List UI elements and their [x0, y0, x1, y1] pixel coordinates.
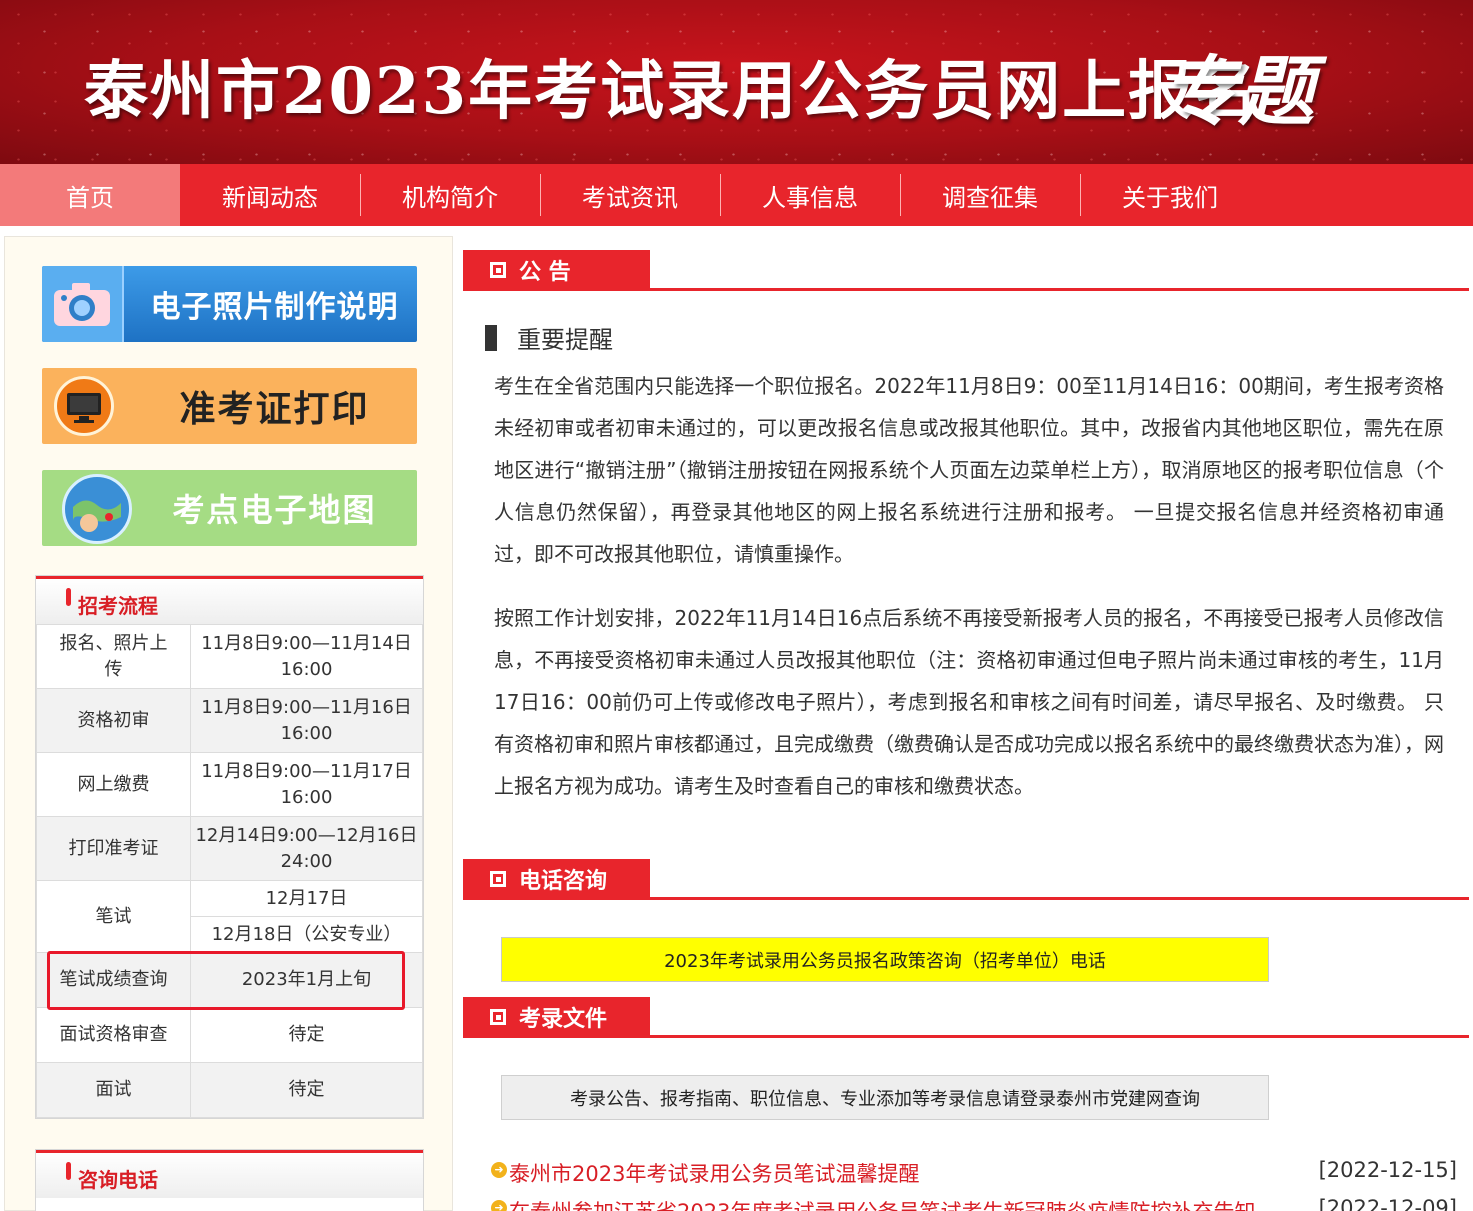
process-step: 笔试成绩查询: [36, 952, 191, 1008]
news-title-link[interactable]: 在泰州参加江苏省2023年度考试录用公务员笔试考生新冠肺炎疫情防控补充告知: [509, 1196, 1255, 1211]
nav-item-about-org[interactable]: 机构简介: [360, 164, 540, 226]
panel-marker-icon: [66, 588, 71, 606]
news-date: [2022-12-15]: [1318, 1158, 1457, 1182]
notice-section-header: 公 告: [463, 250, 1469, 292]
news-item: ➜ 泰州市2023年考试录用公务员笔试温馨提醒 [2022-12-15]: [491, 1158, 1457, 1188]
admit-card-print-label: 准考证打印: [179, 388, 370, 430]
process-step: 笔试: [36, 880, 191, 953]
policy-phone-link[interactable]: 2023年考试录用公务员报名政策咨询（招考单位）电话: [501, 937, 1269, 982]
photo-guide-label: 电子照片制作说明: [150, 290, 399, 325]
process-step: 资格初审: [36, 688, 191, 753]
process-time: 2023年1月上旬: [190, 952, 423, 1008]
exam-site-map-label: 考点电子地图: [172, 491, 377, 529]
notice-heading: 重要提醒: [485, 320, 613, 355]
contact-panel-header: 咨询电话: [36, 1150, 423, 1198]
section-divider: [463, 1035, 1469, 1038]
process-panel-title: 招考流程: [78, 594, 158, 618]
table-row: 报名、照片上传 11月8日9:00—11月14日16:00: [36, 624, 423, 689]
files-tab: 考录文件: [463, 997, 650, 1037]
process-time: 12月14日9:00—12月16日24:00: [190, 816, 423, 881]
notice-paragraph-1: 考生在全省范围内只能选择一个职位报名。2022年11月8日9：00至11月14日…: [494, 374, 1444, 566]
process-time: 11月8日9:00—11月14日16:00: [190, 624, 423, 689]
party-site-query-link[interactable]: 考录公告、报考指南、职位信息、专业添加等考录信息请登录泰州市党建网查询: [501, 1075, 1269, 1120]
process-panel-header: 招考流程: [36, 576, 423, 624]
admit-card-print-button[interactable]: 准考证打印: [42, 368, 417, 444]
header-banner: 泰州市2023年考试录用公务员网上报名 专题: [0, 0, 1473, 164]
recruitment-process-panel: 招考流程 报名、照片上传 11月8日9:00—11月14日16:00 资格初审 …: [35, 575, 424, 1119]
notice-section-title: 公 告: [519, 260, 571, 285]
process-step: 面试资格审查: [36, 1007, 191, 1063]
table-row: 资格初审 11月8日9:00—11月16日16:00: [36, 688, 423, 753]
table-row: 面试资格审查 待定: [36, 1007, 423, 1063]
process-time: 12月17日: [190, 880, 423, 917]
process-time: 11月8日9:00—11月17日16:00: [190, 752, 423, 817]
notice-heading-text: 重要提醒: [517, 326, 613, 354]
process-time-secondary: 12月18日（公安专业）: [190, 916, 423, 953]
table-row: 网上缴费 11月8日9:00—11月17日16:00: [36, 752, 423, 817]
section-square-icon: [490, 1009, 506, 1025]
exam-site-map-button[interactable]: 考点电子地图: [42, 470, 417, 546]
banner-title-script: 专题: [1162, 47, 1314, 136]
section-divider: [463, 897, 1469, 900]
contact-panel-title: 咨询电话: [78, 1168, 158, 1192]
files-section-title: 考录文件: [519, 1007, 608, 1032]
nav-item-about-us[interactable]: 关于我们: [1080, 164, 1260, 226]
arrow-bullet-icon: ➜: [491, 1162, 507, 1178]
process-time: 待定: [190, 1062, 423, 1118]
notice-tab: 公 告: [463, 250, 650, 290]
nav-item-survey[interactable]: 调查征集: [900, 164, 1080, 226]
phone-tab: 电话咨询: [463, 859, 650, 899]
process-step: 打印准考证: [36, 816, 191, 881]
nav-item-personnel[interactable]: 人事信息: [720, 164, 900, 226]
table-row: 笔试成绩查询 2023年1月上旬: [36, 952, 423, 1008]
monitor-icon: [54, 376, 114, 436]
heading-bar-icon: [485, 324, 497, 351]
arrow-bullet-icon: ➜: [491, 1200, 507, 1211]
process-step: 报名、照片上传: [36, 624, 191, 689]
table-row: 笔试 12月17日: [36, 880, 423, 953]
news-item: ➜ 在泰州参加江苏省2023年度考试录用公务员笔试考生新冠肺炎疫情防控补充告知 …: [491, 1196, 1457, 1211]
section-square-icon: [490, 871, 506, 887]
photo-guide-button[interactable]: 电子照片制作说明: [42, 266, 417, 342]
camera-icon: [42, 266, 124, 342]
table-row: 面试 待定: [36, 1062, 423, 1118]
phone-section-header: 电话咨询: [463, 859, 1469, 901]
notice-paragraph-2: 按照工作计划安排，2022年11月14日16点后系统不再接受新报考人员的报名，不…: [494, 606, 1444, 798]
table-row: 打印准考证 12月14日9:00—12月16日24:00: [36, 816, 423, 881]
process-step: 面试: [36, 1062, 191, 1118]
map-globe-icon: [62, 474, 132, 544]
news-title-link[interactable]: 泰州市2023年考试录用公务员笔试温馨提醒: [509, 1158, 919, 1188]
process-time: 11月8日9:00—11月16日16:00: [190, 688, 423, 753]
banner-title: 泰州市2023年考试录用公务员网上报名: [84, 54, 1261, 129]
panel-marker-icon: [66, 1162, 71, 1180]
phone-section-title: 电话咨询: [519, 869, 608, 894]
news-date: [2022-12-09]: [1318, 1196, 1457, 1211]
files-section-header: 考录文件: [463, 997, 1469, 1039]
nav-item-news[interactable]: 新闻动态: [180, 164, 360, 226]
section-divider: [463, 288, 1469, 291]
process-table: 报名、照片上传 11月8日9:00—11月14日16:00 资格初审 11月8日…: [36, 624, 423, 1118]
section-square-icon: [490, 262, 506, 278]
nav-item-exam-info[interactable]: 考试资讯: [540, 164, 720, 226]
contact-phone-panel: 咨询电话: [35, 1149, 424, 1211]
process-step: 网上缴费: [36, 752, 191, 817]
process-time: 待定: [190, 1007, 423, 1063]
main-nav: 首页 新闻动态 机构简介 考试资讯 人事信息 调查征集 关于我们: [0, 164, 1473, 226]
nav-item-home[interactable]: 首页: [0, 164, 180, 226]
left-sidebar: 电子照片制作说明 准考证打印 考点电子地图 招考流程 报名、照片上传 11月8日…: [4, 236, 453, 1211]
